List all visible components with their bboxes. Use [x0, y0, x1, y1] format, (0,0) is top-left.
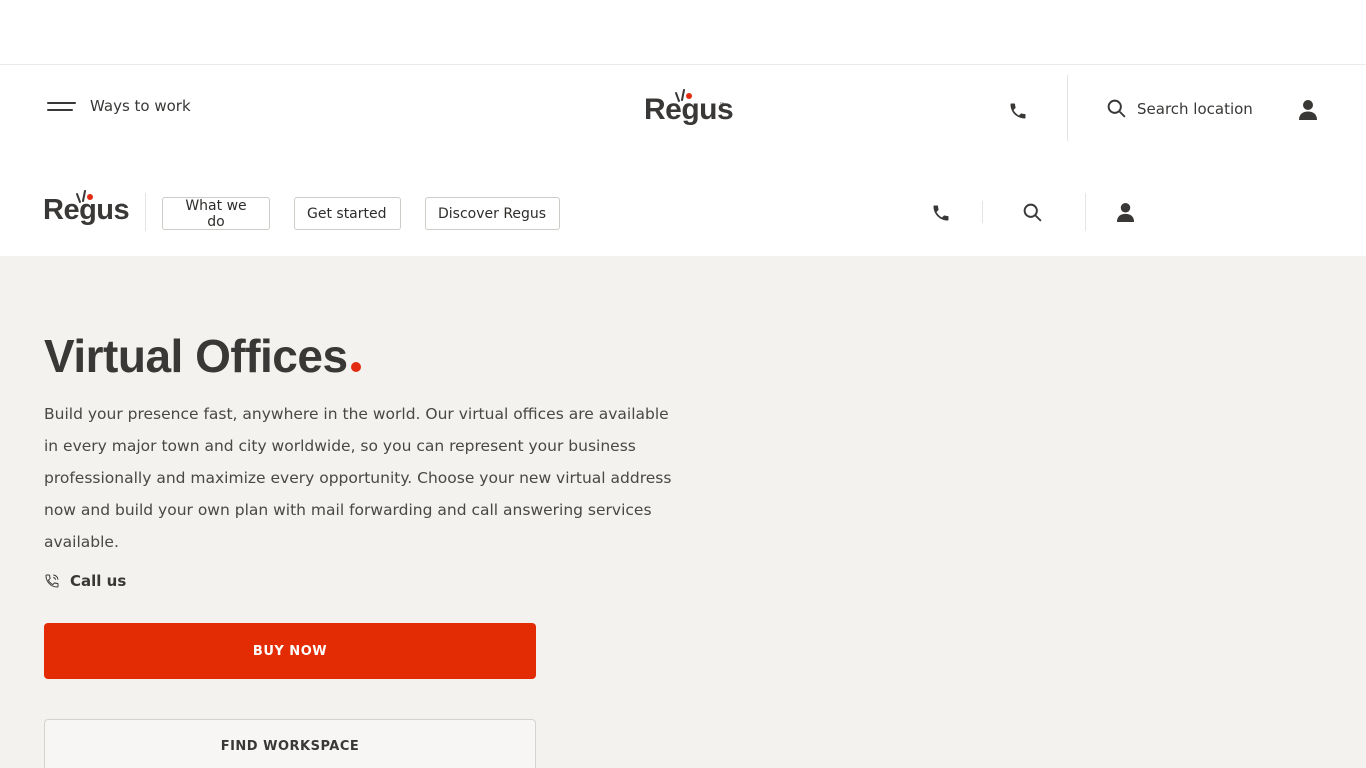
header-divider — [1067, 75, 1068, 141]
nav-what-we-do[interactable]: What we do — [162, 197, 270, 230]
hero-description: Build your presence fast, anywhere in th… — [44, 405, 672, 551]
page-title-text: Virtual Offices — [44, 330, 348, 382]
phone-outline-icon — [45, 574, 59, 588]
primary-header: Ways to work Regus ™ Search location — [0, 65, 1366, 153]
user-icon[interactable] — [1116, 202, 1135, 223]
phone-icon[interactable] — [1008, 101, 1028, 121]
call-us-link[interactable]: Call us — [44, 572, 126, 590]
top-strip — [0, 0, 1366, 65]
phone-icon[interactable] — [931, 203, 951, 223]
page-title: Virtual Offices — [44, 330, 361, 382]
user-icon[interactable] — [1298, 99, 1318, 121]
find-workspace-button[interactable]: FIND WORKSPACE — [44, 719, 536, 768]
logo-wordmark: Regus — [43, 194, 130, 226]
ways-to-work-label: Ways to work — [90, 97, 191, 115]
nav-divider — [1085, 193, 1086, 231]
nav-divider — [982, 201, 983, 223]
menu-icon — [47, 99, 76, 113]
logo-trademark: ™ — [719, 102, 725, 109]
nav-discover-regus[interactable]: Discover Regus — [425, 197, 560, 230]
title-accent-dot — [350, 362, 361, 372]
regus-logo-secondary[interactable]: Regus ™ — [43, 190, 130, 235]
hero-section: Virtual Offices Build your presence fast… — [0, 256, 1366, 768]
search-location-button[interactable]: Search location — [1106, 98, 1253, 119]
search-icon — [1107, 99, 1126, 118]
search-icon[interactable] — [1022, 202, 1043, 223]
regus-logo[interactable]: Regus ™ — [644, 89, 734, 131]
nav-divider — [145, 193, 146, 231]
buy-now-button[interactable]: BUY NOW — [44, 623, 536, 679]
nav-get-started[interactable]: Get started — [294, 197, 401, 230]
ways-to-work-menu-button[interactable]: Ways to work — [47, 97, 191, 115]
secondary-header: Regus ™ What we do Get started Discover … — [0, 153, 1366, 256]
logo-trademark: ™ — [119, 203, 125, 210]
logo-wordmark: Regus — [644, 93, 734, 126]
call-us-label: Call us — [70, 572, 127, 590]
search-location-label: Search location — [1137, 99, 1253, 118]
